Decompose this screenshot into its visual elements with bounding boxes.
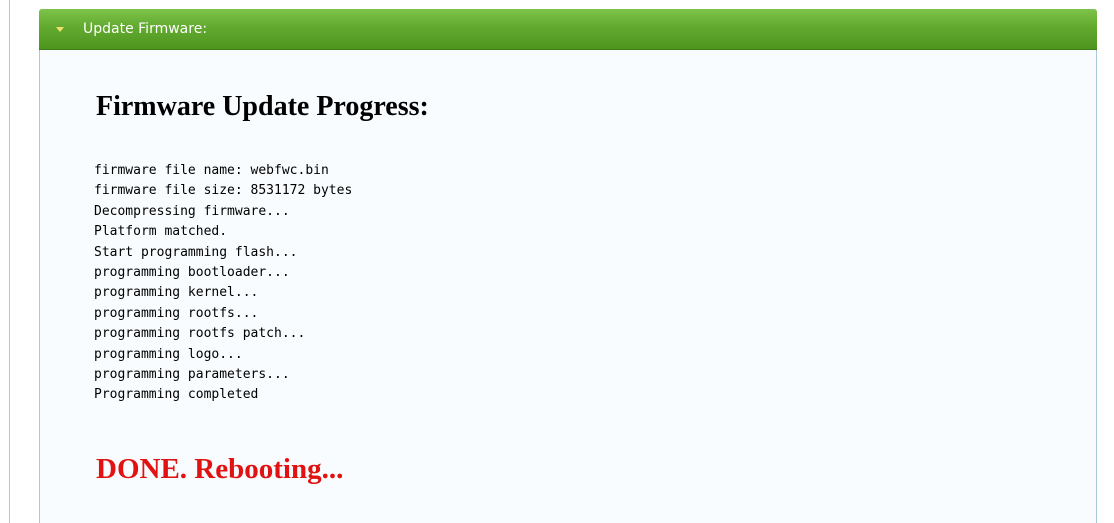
log-line: programming bootloader... <box>94 264 290 280</box>
log-line: programming rootfs patch... <box>94 326 306 342</box>
log-line: Platform matched. <box>94 224 228 240</box>
log-line: programming rootfs... <box>94 305 259 321</box>
page-title: Firmware Update Progress: <box>96 91 429 122</box>
log-line: Start programming flash... <box>94 244 298 260</box>
left-divider <box>9 0 10 523</box>
log-line: programming kernel... <box>94 285 259 301</box>
update-firmware-panel: Update Firmware: Firmware Update Progres… <box>39 9 1097 523</box>
page: Update Firmware: Firmware Update Progres… <box>0 0 1114 523</box>
log-line: programming parameters... <box>94 366 290 382</box>
triangle-down-icon[interactable] <box>54 22 66 34</box>
update-firmware-panel-header[interactable]: Update Firmware: <box>39 9 1097 50</box>
log-line: firmware file size: 8531172 bytes <box>94 183 353 199</box>
log-line: firmware file name: webfwc.bin <box>94 163 329 178</box>
log-line: programming logo... <box>94 346 243 362</box>
log-line: Programming completed <box>94 387 259 403</box>
firmware-log: firmware file name: webfwc.bin firmware f… <box>94 161 352 406</box>
status-message: DONE. Rebooting... <box>96 453 344 485</box>
panel-title: Update Firmware: <box>83 21 208 37</box>
log-line: Decompressing firmware... <box>94 203 290 219</box>
